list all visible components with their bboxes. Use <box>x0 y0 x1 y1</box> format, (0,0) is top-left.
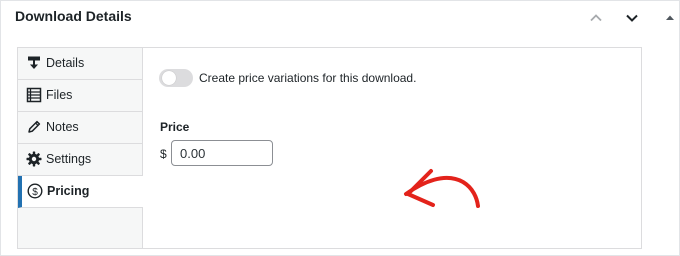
tab-pricing[interactable]: $ Pricing <box>18 176 143 208</box>
dollar-circle-icon: $ <box>27 183 43 199</box>
price-field-label: Price <box>160 120 190 134</box>
tab-list: Details Files Notes Settings $ Pricing <box>18 48 143 248</box>
tab-label: Notes <box>46 120 79 134</box>
download-details-panel: Details Files Notes Settings $ Pricing C… <box>17 47 642 249</box>
tab-label: Settings <box>46 152 92 166</box>
triangle-up-icon <box>666 15 674 20</box>
move-down-button[interactable] <box>621 7 643 29</box>
metabox-header: Download Details <box>1 1 679 35</box>
move-up-button[interactable] <box>585 7 607 29</box>
price-variations-toggle[interactable] <box>159 69 193 87</box>
price-variations-label: Create price variations for this downloa… <box>199 71 417 85</box>
tab-label: Details <box>46 56 85 70</box>
download-details-metabox: Download Details Details Files Notes Set… <box>0 0 680 256</box>
svg-text:$: $ <box>32 187 38 198</box>
toggle-knob <box>162 71 176 85</box>
download-icon <box>28 56 40 69</box>
tab-files[interactable]: Files <box>18 80 142 112</box>
pricing-tab-content: Create price variations for this downloa… <box>143 48 641 248</box>
pencil-icon <box>28 120 41 133</box>
chevron-up-icon <box>590 14 602 22</box>
tab-details[interactable]: Details <box>18 48 142 80</box>
gear-icon <box>26 151 42 167</box>
tab-notes[interactable]: Notes <box>18 112 142 144</box>
tab-label: Files <box>46 88 73 102</box>
tab-settings[interactable]: Settings <box>18 144 142 176</box>
metabox-title: Download Details <box>15 8 132 24</box>
list-icon <box>26 87 42 103</box>
annotation-arrow-icon <box>404 169 480 208</box>
currency-symbol: $ <box>160 147 167 161</box>
toggle-panel-button[interactable] <box>659 7 680 29</box>
tab-label: Pricing <box>47 184 90 198</box>
chevron-down-icon <box>626 14 638 22</box>
price-input[interactable] <box>171 140 273 166</box>
